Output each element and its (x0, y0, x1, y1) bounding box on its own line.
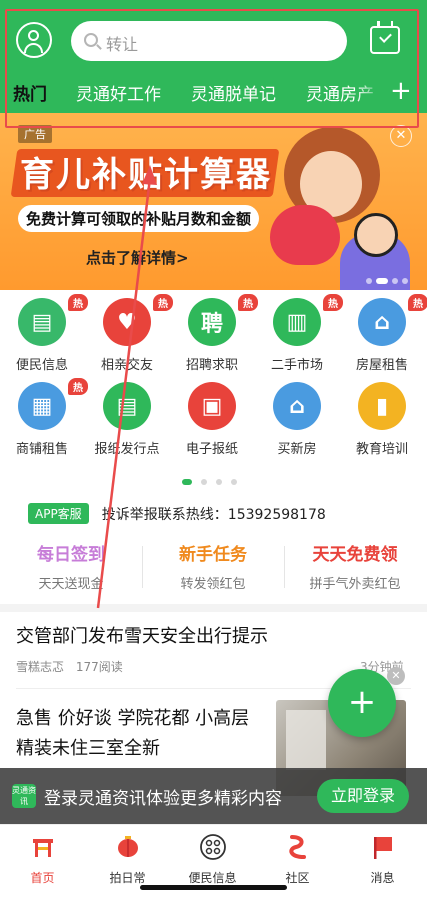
storefront-icon: ▦ 热 (18, 378, 88, 430)
new-house-icon: ⌂ (273, 382, 321, 430)
newspaper-stack-icon: ▤ (103, 382, 151, 430)
banner-subtitle: 免费计算可领取的补贴月数和金额 (18, 205, 260, 232)
banner-cta[interactable]: 点击了解详情> (86, 247, 189, 268)
message-flag-icon (373, 837, 392, 859)
grid-item-convenience[interactable]: ▤ 热 便民信息 (0, 294, 88, 373)
grid-item-dating[interactable]: ♥ 热 相亲交友 (85, 294, 173, 373)
community-icon (288, 835, 306, 859)
close-icon[interactable]: ✕ (390, 125, 412, 147)
grid-label: 商铺租售 (15, 442, 68, 457)
nav-label: 社区 (285, 871, 310, 885)
grid-circle-icon (199, 834, 226, 860)
grid-label: 相亲交友 (100, 358, 153, 373)
grid-label: 便民信息 (15, 358, 68, 373)
service-grid: ▤ 热 便民信息 ♥ 热 相亲交友 聘热 招聘求职 ▥ 热 二手市场 ⌂ 热 房屋租售 … (0, 294, 427, 488)
nav-label: 拍日常 (109, 871, 146, 885)
grid-item-newspaper-points[interactable]: ▤ 报纸发行点 (85, 382, 169, 457)
e-paper-icon: ▣ (188, 382, 236, 430)
task-title: 新手任务 (179, 545, 247, 565)
annotation-highlight-box (5, 9, 419, 128)
news-source: 雪糕志忑 (16, 660, 65, 674)
task-daily-checkin[interactable]: 每日签到 天天送现金 (0, 540, 142, 592)
task-subtitle: 天天送现金 (38, 577, 104, 592)
task-row: 每日签到 天天送现金 新手任务 转发领红包 天天免费领 拼手气外卖红包 (0, 540, 427, 600)
banner-pager (366, 269, 412, 288)
hotline-text: 投诉举报联系热线：15392598178 (101, 506, 326, 523)
grid-label: 二手市场 (270, 358, 323, 373)
document-icon: ▤ 热 (18, 294, 88, 346)
nav-label: 首页 (30, 871, 55, 885)
grid-pager (182, 470, 246, 489)
hot-badge: 热 (408, 294, 427, 311)
news-title[interactable]: 急售 价好谈 学院花都 小高层精装未住三室全新 (16, 704, 266, 764)
task-subtitle: 转发领红包 (180, 577, 246, 592)
nav-daily[interactable]: 拍日常 (85, 833, 170, 886)
grid-label: 教育培训 (355, 442, 408, 457)
login-prompt-text: 登录灵通资讯体验更多精彩内容 (44, 789, 282, 809)
login-button[interactable]: 立即登录 (317, 779, 409, 813)
recruit-icon: 聘热 (188, 294, 258, 346)
nav-label: 便民信息 (188, 871, 237, 885)
publish-plus-button[interactable]: + (328, 669, 396, 737)
lantern-icon (117, 836, 138, 857)
grid-label: 报纸发行点 (94, 442, 160, 457)
nav-label: 消息 (370, 871, 395, 885)
grid-item-secondhand[interactable]: ▥ 热 二手市场 (255, 294, 343, 373)
task-newbie[interactable]: 新手任务 转发领红包 (142, 540, 284, 592)
login-prompt-bar: 灵通资讯 登录灵通资讯体验更多精彩内容 立即登录 (0, 768, 427, 824)
app-service-badge[interactable]: APP客服 (28, 503, 89, 524)
task-title: 每日签到 (37, 545, 105, 565)
shop-shelf-icon: ▥ 热 (273, 294, 343, 346)
banner-title: 育儿补贴计算器 (20, 155, 272, 195)
heart-illustration (270, 205, 340, 265)
task-title: 天天免费领 (312, 545, 398, 565)
grid-label: 电子报纸 (185, 442, 238, 457)
nav-convenience[interactable]: 便民信息 (170, 833, 255, 886)
app-logo-icon: 灵通资讯 (12, 784, 36, 808)
close-icon[interactable]: ✕ (387, 667, 405, 685)
grid-label: 房屋租售 (355, 358, 408, 373)
grid-label: 买新房 (277, 442, 317, 457)
book-icon: ▮ (358, 382, 406, 430)
news-reads: 177阅读 (75, 660, 123, 674)
grid-item-recruit[interactable]: 聘热 招聘求职 (170, 294, 258, 373)
heart-love-icon: ♥ 热 (103, 294, 173, 346)
home-indicator (140, 885, 287, 890)
news-meta: 雪糕志忑 177阅读 (16, 658, 131, 675)
task-free-daily[interactable]: 天天免费领 拼手气外卖红包 (284, 540, 426, 592)
grid-label: 招聘求职 (185, 358, 238, 373)
ad-banner[interactable]: 广告 育儿补贴计算器 免费计算可领取的补贴月数和金额 点击了解详情> ✕ (0, 113, 427, 290)
nav-community[interactable]: 社区 (255, 833, 340, 886)
news-title[interactable]: 交管部门发布雪天安全出行提示 (16, 622, 268, 648)
house-yen-icon: ⌂ 热 (358, 294, 427, 346)
hotline-row: APP客服 投诉举报联系热线：15392598178 (28, 503, 326, 524)
nav-home[interactable]: 首页 (0, 833, 85, 886)
task-subtitle: 拼手气外卖红包 (309, 577, 401, 592)
nav-messages[interactable]: 消息 (340, 833, 425, 886)
grid-item-education[interactable]: ▮ 教育培训 (340, 382, 424, 457)
grid-item-new-house[interactable]: ⌂ 买新房 (255, 382, 339, 457)
grid-item-housing[interactable]: ⌂ 热 房屋租售 (340, 294, 427, 373)
home-gate-icon (32, 839, 53, 857)
grid-item-epaper[interactable]: ▣ 电子报纸 (170, 382, 254, 457)
grid-item-shops[interactable]: ▦ 热 商铺租售 (0, 378, 88, 457)
